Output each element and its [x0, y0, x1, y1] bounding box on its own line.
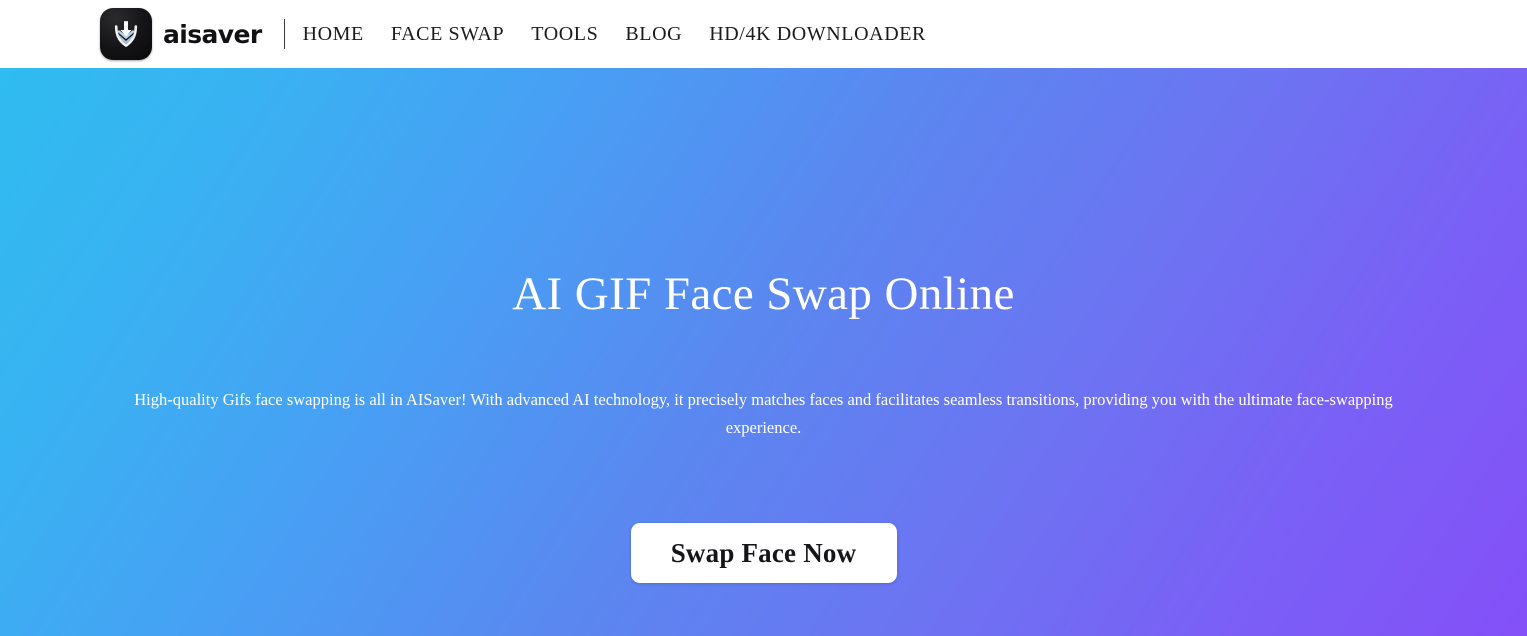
site-header: aisaver HOME FACE SWAP TOOLS BLOG HD/4K …	[0, 0, 1527, 68]
brand-logo[interactable]: aisaver	[100, 8, 262, 60]
nav-link-face-swap[interactable]: FACE SWAP	[391, 23, 504, 46]
header-divider	[283, 19, 285, 49]
swap-face-now-button[interactable]: Swap Face Now	[630, 523, 897, 583]
hero-subtitle: High-quality Gifs face swapping is all i…	[134, 390, 1393, 437]
cta-container: Swap Face Now	[0, 523, 1527, 583]
hero-section: AI GIF Face Swap Online High-quality Gif…	[0, 68, 1527, 636]
page-root: aisaver HOME FACE SWAP TOOLS BLOG HD/4K …	[0, 0, 1527, 636]
hero-content: AI GIF Face Swap Online High-quality Gif…	[0, 68, 1527, 636]
nav-link-tools[interactable]: TOOLS	[531, 23, 598, 46]
download-arrow-icon	[100, 8, 152, 60]
page-title: AI GIF Face Swap Online	[512, 268, 1015, 320]
main-nav: HOME FACE SWAP TOOLS BLOG HD/4K DOWNLOAD…	[303, 23, 926, 46]
nav-link-home[interactable]: HOME	[303, 23, 364, 46]
brand-wordmark: aisaver	[163, 19, 262, 49]
nav-link-hd-4k-downloader[interactable]: HD/4K DOWNLOADER	[709, 23, 926, 46]
nav-link-blog[interactable]: BLOG	[625, 23, 682, 46]
